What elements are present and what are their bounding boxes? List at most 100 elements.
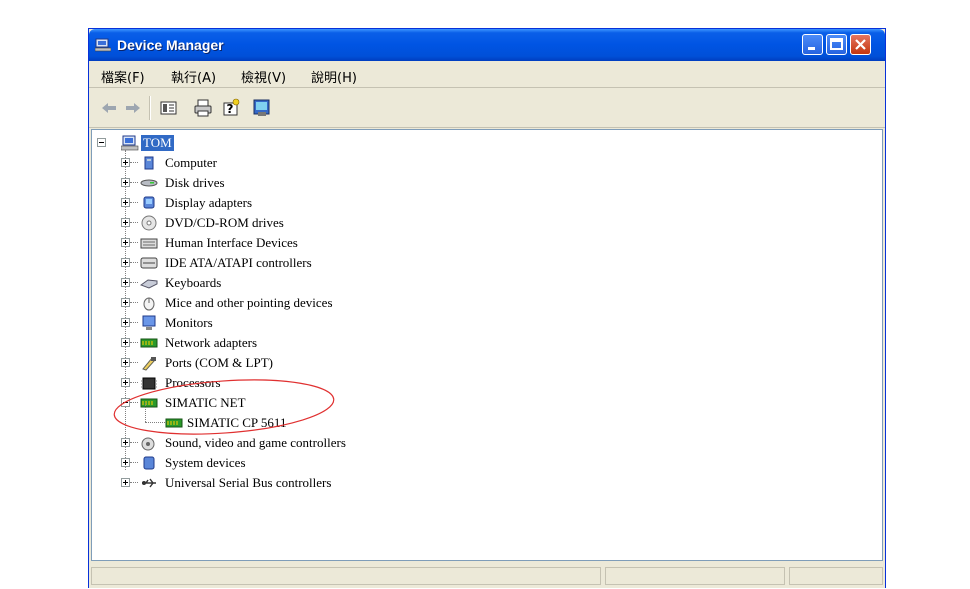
device-category-label: SIMATIC NET [165,395,246,410]
device-category[interactable]: Ports (COM & LPT) [121,353,441,373]
menu-view[interactable]: 檢視(V) [241,67,286,86]
device-manager-icon [95,38,111,52]
menu-help[interactable]: 說明(H) [311,67,357,86]
device-category-label: IDE ATA/ATAPI controllers [165,255,312,270]
expand-toggle[interactable] [121,458,130,467]
menu-action[interactable]: 執行(A) [171,67,216,86]
expand-toggle[interactable] [121,238,130,247]
collapse-toggle[interactable] [121,398,130,407]
device-category[interactable]: IDE ATA/ATAPI controllers [121,253,441,273]
device-category[interactable]: Universal Serial Bus controllers [121,473,441,493]
device-category[interactable]: SIMATIC NET [121,393,441,413]
device-category[interactable]: Processors [121,373,441,393]
expand-toggle[interactable] [121,158,130,167]
toolbar-separator [149,96,151,120]
device-item[interactable]: SIMATIC CP 5611 [141,403,401,433]
back-icon[interactable] [99,98,119,118]
device-category[interactable]: DVD/CD-ROM drives [121,213,441,233]
device-category[interactable]: System devices [121,453,441,473]
minimize-icon [808,47,815,50]
status-pane-main [91,567,601,585]
scan-hardware-icon[interactable] [252,98,272,118]
expand-toggle[interactable] [121,438,130,447]
expand-toggle[interactable] [121,258,130,267]
device-category[interactable]: Network adapters [121,333,441,353]
device-tree[interactable]: TOM Computer Disk drives Display adapters D… [91,129,883,561]
menu-file[interactable]: 檔案(F) [101,67,145,86]
computer-icon [144,156,154,170]
simatic-net-icon [140,398,158,408]
device-category[interactable]: Human Interface Devices [121,233,441,253]
device-category-label: Mice and other pointing devices [165,295,333,310]
device-category[interactable]: Disk drives [121,173,441,193]
monitor-icon [142,315,156,330]
tree-guide [130,202,138,204]
tree-guide [130,262,138,264]
hid-icon [140,238,158,249]
expand-toggle[interactable] [121,318,130,327]
tree-guide [130,342,138,344]
tree-root[interactable]: TOM [97,133,397,153]
maximize-icon [830,38,843,50]
tree-guide [130,162,138,164]
device-category[interactable]: Display adapters [121,193,441,213]
title-bar[interactable]: Device Manager [89,29,885,61]
close-icon [855,39,866,50]
device-category[interactable]: Monitors [121,313,441,333]
port-icon [142,357,156,371]
expand-toggle[interactable] [121,218,130,227]
maximize-button[interactable] [826,34,847,55]
minimize-button[interactable] [802,34,823,55]
expand-toggle[interactable] [121,298,130,307]
dvd-drive-icon [141,215,157,231]
keyboard-icon [140,279,158,289]
device-category-label: Display adapters [165,195,253,210]
device-category-label: Ports (COM & LPT) [165,355,273,370]
disk-drive-icon [140,179,158,187]
device-category-label: Monitors [165,315,213,330]
menu-bar: 檔案(F) 執行(A) 檢視(V) 說明(H) [89,61,885,88]
processor-icon [141,377,157,390]
tree-guide [130,382,138,384]
status-bar [89,563,885,589]
help-icon[interactable]: ? [221,98,241,118]
tree-guide [145,422,165,424]
expand-toggle[interactable] [121,378,130,387]
print-icon[interactable] [193,98,213,118]
expand-toggle[interactable] [121,358,130,367]
collapse-toggle[interactable] [97,138,106,147]
device-category-label: Universal Serial Bus controllers [165,475,332,490]
properties-icon[interactable] [159,98,179,118]
expand-toggle[interactable] [121,338,130,347]
status-pane-2 [605,567,785,585]
ide-controller-icon [140,257,158,269]
tree-guide [130,302,138,304]
display-adapter-icon [143,196,155,209]
device-category[interactable]: Keyboards [121,273,441,293]
close-button[interactable] [850,34,871,55]
expand-toggle[interactable] [121,198,130,207]
tree-guide [130,462,138,464]
tree-root-label: TOM [141,135,174,151]
expand-toggle[interactable] [121,178,130,187]
device-category-label: Human Interface Devices [165,235,298,250]
window-title: Device Manager [117,37,224,53]
forward-icon[interactable] [123,98,143,118]
tree-guide [145,403,147,422]
usb-icon [142,478,156,488]
simatic-card-icon [165,418,183,428]
network-adapter-icon [140,338,158,348]
tree-guide [130,442,138,444]
device-category-label: Computer [165,155,217,170]
tree-guide [130,282,138,284]
device-category[interactable]: Sound, video and game controllers [121,433,441,453]
expand-toggle[interactable] [121,478,130,487]
device-category-label: Disk drives [165,175,225,190]
device-category[interactable]: Mice and other pointing devices [121,293,441,313]
device-category[interactable]: Computer [121,153,441,173]
tree-guide [130,322,138,324]
device-category-label: Keyboards [165,275,222,290]
tree-guide [130,222,138,224]
expand-toggle[interactable] [121,278,130,287]
toolbar: ? [89,88,885,128]
